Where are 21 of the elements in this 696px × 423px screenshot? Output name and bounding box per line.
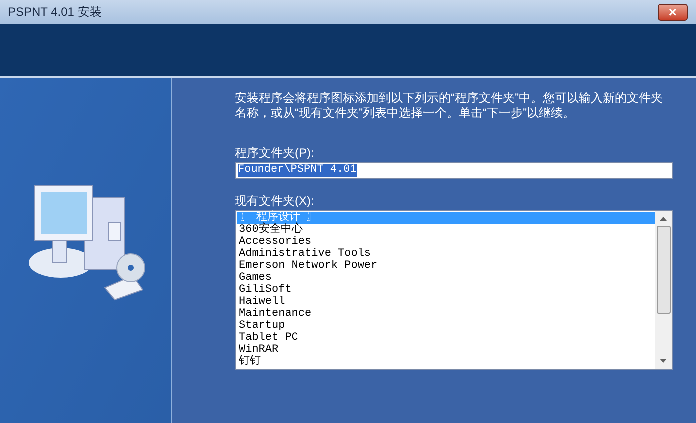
- folder-item[interactable]: Administrative Tools: [237, 248, 655, 260]
- scroll-up-icon[interactable]: [660, 217, 667, 221]
- scroll-down-icon[interactable]: [660, 359, 667, 363]
- folder-item[interactable]: Emerson Network Power: [237, 260, 655, 272]
- scrollbar[interactable]: [655, 211, 672, 369]
- folder-item[interactable]: GiliSoft: [237, 284, 655, 296]
- instructions-text: 安装程序会将程序图标添加到以下列示的“程序文件夹”中。您可以输入新的文件夹名称，或从“现有文件夹”列表中选择一个。单击“下一步”以继续。: [235, 91, 664, 121]
- folder-item[interactable]: Games: [237, 272, 655, 284]
- folder-item[interactable]: WinRAR: [237, 344, 655, 356]
- folder-item[interactable]: 360安全中心: [237, 224, 655, 236]
- program-folder-label: 程序文件夹(P):: [235, 146, 316, 161]
- window-title: PSPNT 4.01 安装: [8, 4, 102, 21]
- folder-item[interactable]: Maintenance: [237, 308, 655, 320]
- folder-item[interactable]: 钉钉: [237, 356, 655, 368]
- existing-folders-label: 现有文件夹(X):: [235, 194, 316, 209]
- program-folder-field[interactable]: Founder\PSPNT 4.01: [235, 162, 673, 179]
- scroll-thumb[interactable]: [656, 226, 670, 314]
- folder-item[interactable]: Tablet PC: [237, 332, 655, 344]
- folder-item[interactable]: Haiwell: [237, 296, 655, 308]
- folder-item[interactable]: Startup: [237, 320, 655, 332]
- folder-item[interactable]: Accessories: [237, 236, 655, 248]
